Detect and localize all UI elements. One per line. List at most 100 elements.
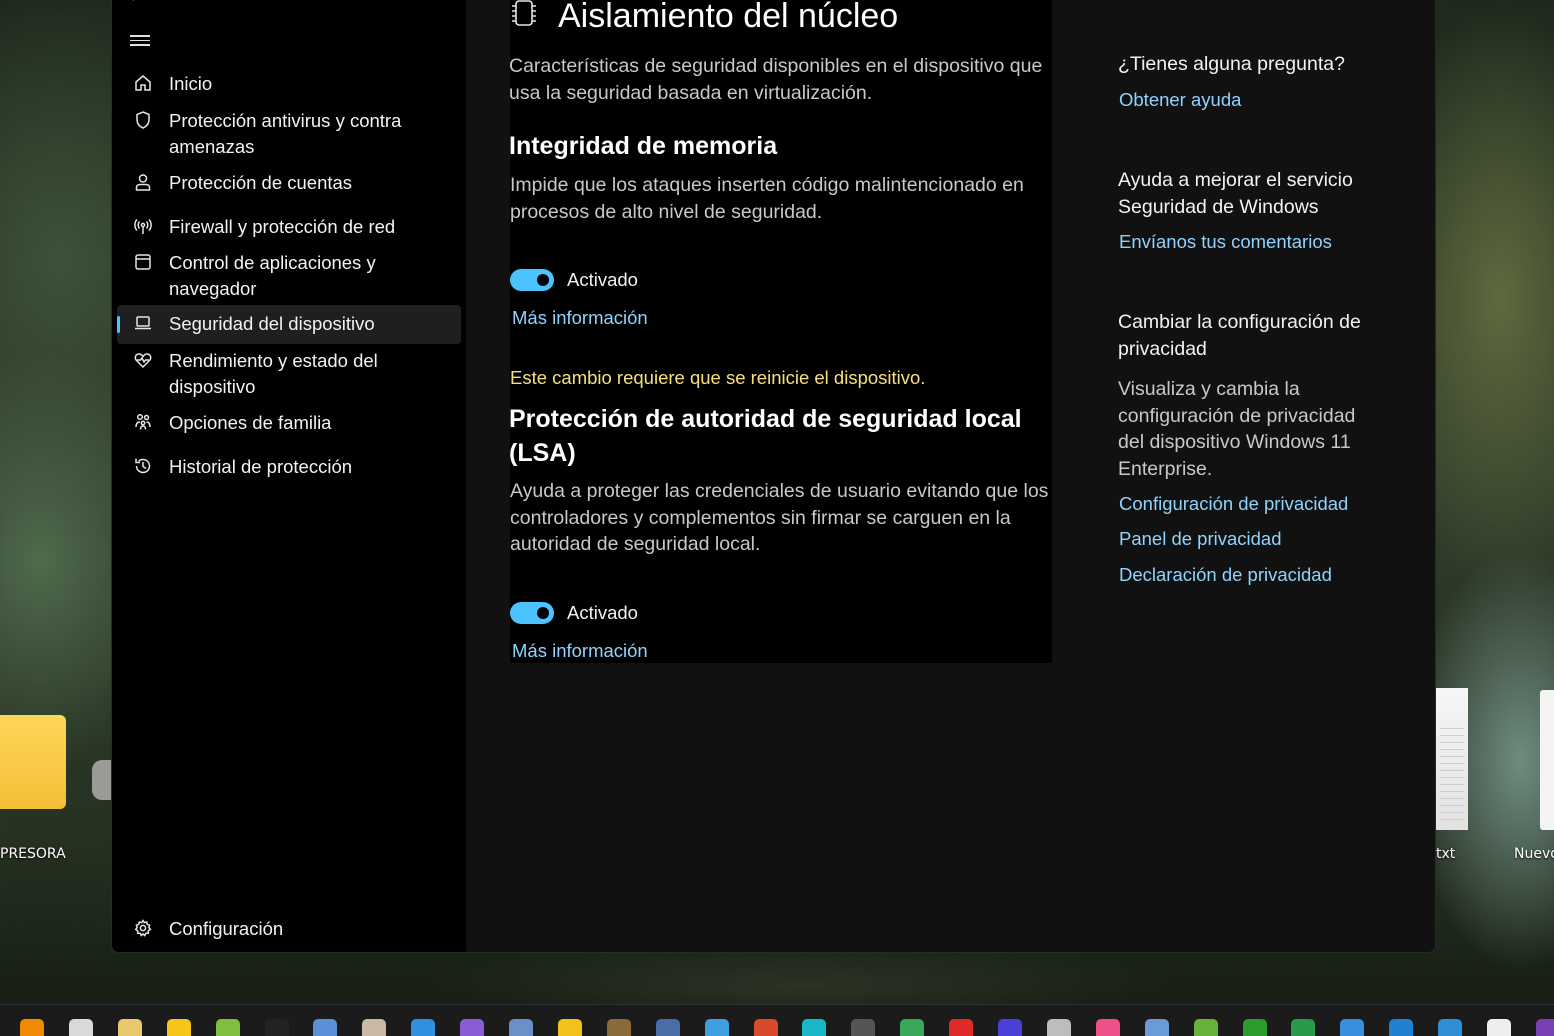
page-description: Características de seguridad disponibles… bbox=[509, 55, 1043, 104]
library-app-icon[interactable] bbox=[509, 1019, 533, 1036]
improve-heading: Ayuda a mejorar el servicio Seguridad de… bbox=[1118, 169, 1353, 218]
sidebar-item-settings[interactable]: Configuración bbox=[117, 916, 461, 942]
sidebar-item-label: Seguridad del dispositivo bbox=[169, 313, 375, 334]
photo-app-icon[interactable] bbox=[1144, 1019, 1169, 1036]
visual-studio-icon[interactable] bbox=[460, 1019, 485, 1036]
sidebar-item-label: Inicio bbox=[169, 73, 213, 94]
sidebar-item-label: Firewall y protección de red bbox=[169, 216, 396, 237]
red-app-icon[interactable] bbox=[753, 1019, 778, 1036]
sidebar-item-protection-history[interactable]: Historial de protección bbox=[117, 454, 461, 480]
sidebar-item-home[interactable]: Inicio bbox=[117, 71, 461, 97]
vlc-icon[interactable] bbox=[20, 1019, 44, 1036]
shield-icon bbox=[117, 108, 169, 130]
taskbar bbox=[0, 1004, 1554, 1036]
person-icon bbox=[117, 170, 169, 192]
app-browser-icon bbox=[117, 250, 169, 272]
sidebar-item-family-options[interactable]: Opciones de familia bbox=[117, 410, 461, 436]
desktop-text-file-icon[interactable] bbox=[1436, 688, 1468, 830]
file-icon[interactable] bbox=[1487, 1019, 1511, 1036]
memory-integrity-heading: Integridad de memoria bbox=[509, 132, 778, 160]
rabbit-app-icon[interactable] bbox=[362, 1019, 387, 1036]
laptop-icon bbox=[117, 311, 169, 333]
lsa-protection-description: Ayuda a proteger las credenciales de usu… bbox=[510, 480, 1049, 555]
lsa-toggle-row: Activado bbox=[510, 602, 638, 624]
sidebar-item-label: Opciones de familia bbox=[169, 412, 332, 433]
send-feedback-link[interactable]: Envíanos tus comentarios bbox=[1119, 229, 1332, 255]
remote-app-icon[interactable] bbox=[1389, 1019, 1414, 1036]
privacy-dashboard-link[interactable]: Panel de privacidad bbox=[1119, 526, 1282, 552]
history-icon bbox=[117, 454, 169, 476]
gear-icon bbox=[117, 916, 169, 938]
canva-icon[interactable] bbox=[802, 1019, 827, 1036]
page-header: Aislamiento del núcleo bbox=[510, 0, 898, 38]
lsa-toggle[interactable] bbox=[510, 602, 554, 624]
privacy-settings-link[interactable]: Configuración de privacidad bbox=[1119, 491, 1348, 517]
desktop-item-label: Nuevo bbox=[1514, 846, 1554, 862]
cfe-app-icon[interactable] bbox=[557, 1019, 582, 1036]
sidebar-item-label: Protección de cuentas bbox=[169, 172, 353, 193]
lsa-toggle-label: Activado bbox=[567, 602, 638, 623]
windows-security-window: ← Inicio Protección antivirus y contra a… bbox=[111, 0, 1436, 953]
privacy-description: Visualiza y cambia la configuración de p… bbox=[1118, 378, 1356, 480]
sidebar-item-account-protection[interactable]: Protección de cuentas bbox=[117, 170, 461, 196]
wireless-icon bbox=[117, 214, 169, 236]
memory-integrity-toggle-row: Activado bbox=[510, 269, 638, 291]
desktop-gear-icon[interactable] bbox=[92, 760, 112, 800]
heart-pulse-icon bbox=[117, 348, 169, 370]
sphere-app-icon[interactable] bbox=[606, 1019, 631, 1036]
chrome-icon[interactable] bbox=[900, 1019, 925, 1036]
hamburger-menu-icon[interactable] bbox=[130, 32, 150, 48]
pencil-app-icon[interactable] bbox=[117, 1019, 142, 1036]
get-help-link[interactable]: Obtener ayuda bbox=[1119, 87, 1241, 113]
core-isolation-chip-icon bbox=[510, 0, 538, 35]
warning-app-icon[interactable] bbox=[166, 1019, 191, 1036]
privacy-statement-link[interactable]: Declaración de privacidad bbox=[1119, 562, 1332, 588]
desktop-item-label: PRESORA bbox=[0, 846, 66, 862]
sidebar-item-label: Configuración bbox=[169, 918, 284, 939]
sidebar-item-virus-protection[interactable]: Protección antivirus y contra amenazas bbox=[117, 108, 461, 160]
qbittorrent-icon[interactable] bbox=[313, 1019, 338, 1036]
sidebar-item-device-security[interactable]: Seguridad del dispositivo bbox=[117, 305, 461, 344]
sidebar-item-label: Protección antivirus y contra amenazas bbox=[169, 110, 402, 157]
desktop-item-label: txt bbox=[1436, 846, 1456, 862]
question-heading: ¿Tienes alguna pregunta? bbox=[1118, 53, 1345, 75]
shield-app-icon[interactable] bbox=[1193, 1019, 1218, 1036]
sidebar-item-label: Rendimiento y estado del dispositivo bbox=[169, 350, 378, 397]
restart-required-warning: Este cambio requiere que se reinicie el … bbox=[510, 367, 926, 388]
sidebar: ← Inicio Protección antivirus y contra a… bbox=[112, 0, 466, 952]
svg-app-icon[interactable] bbox=[1046, 1019, 1071, 1036]
vscode-icon[interactable] bbox=[411, 1019, 436, 1036]
sidebar-item-label: Historial de protección bbox=[169, 456, 353, 477]
privacy-heading: Cambiar la configuración de privacidad bbox=[1118, 311, 1361, 360]
green-app-icon[interactable] bbox=[215, 1019, 240, 1036]
video-editor-icon[interactable] bbox=[68, 1019, 93, 1036]
firefox-icon[interactable] bbox=[998, 1019, 1022, 1036]
globe-app-icon[interactable] bbox=[704, 1019, 729, 1036]
memory-integrity-more-info-link[interactable]: Más información bbox=[512, 305, 648, 331]
home-icon bbox=[117, 71, 169, 93]
store-icon[interactable] bbox=[1438, 1019, 1463, 1036]
sidebar-item-firewall[interactable]: Firewall y protección de red bbox=[117, 214, 461, 240]
64-app-icon[interactable] bbox=[1291, 1019, 1316, 1036]
pluto-tv-icon[interactable] bbox=[264, 1019, 289, 1036]
memory-integrity-toggle[interactable] bbox=[510, 269, 554, 291]
camera-app-icon[interactable] bbox=[851, 1019, 876, 1036]
onenote-icon[interactable] bbox=[1535, 1019, 1554, 1036]
desktop-new-file-icon[interactable] bbox=[1540, 690, 1554, 830]
desktop-folder-icon[interactable] bbox=[0, 715, 66, 809]
sidebar-item-device-performance[interactable]: Rendimiento y estado del dispositivo bbox=[117, 348, 461, 400]
memory-integrity-description: Impide que los ataques inserten código m… bbox=[510, 174, 1024, 223]
record-app-icon[interactable] bbox=[949, 1019, 974, 1036]
page-title: Aislamiento del núcleo bbox=[558, 0, 899, 35]
lsa-more-info-link[interactable]: Más información bbox=[512, 638, 648, 664]
orb-app-icon[interactable] bbox=[655, 1019, 680, 1036]
family-icon bbox=[117, 410, 169, 432]
sidebar-item-label: Control de aplicaciones y navegador bbox=[169, 252, 376, 299]
back-arrow-icon[interactable]: ← bbox=[130, 0, 142, 6]
sidebar-item-app-browser-control[interactable]: Control de aplicaciones y navegador bbox=[117, 250, 461, 302]
xbox-icon[interactable] bbox=[1242, 1019, 1267, 1036]
media-player-icon[interactable] bbox=[1095, 1019, 1120, 1036]
lsa-protection-heading: Protección de autoridad de seguridad loc… bbox=[509, 405, 1022, 467]
main-content: Aislamiento del núcleo Características d… bbox=[466, 0, 1435, 952]
notepad-icon[interactable] bbox=[1340, 1019, 1365, 1036]
